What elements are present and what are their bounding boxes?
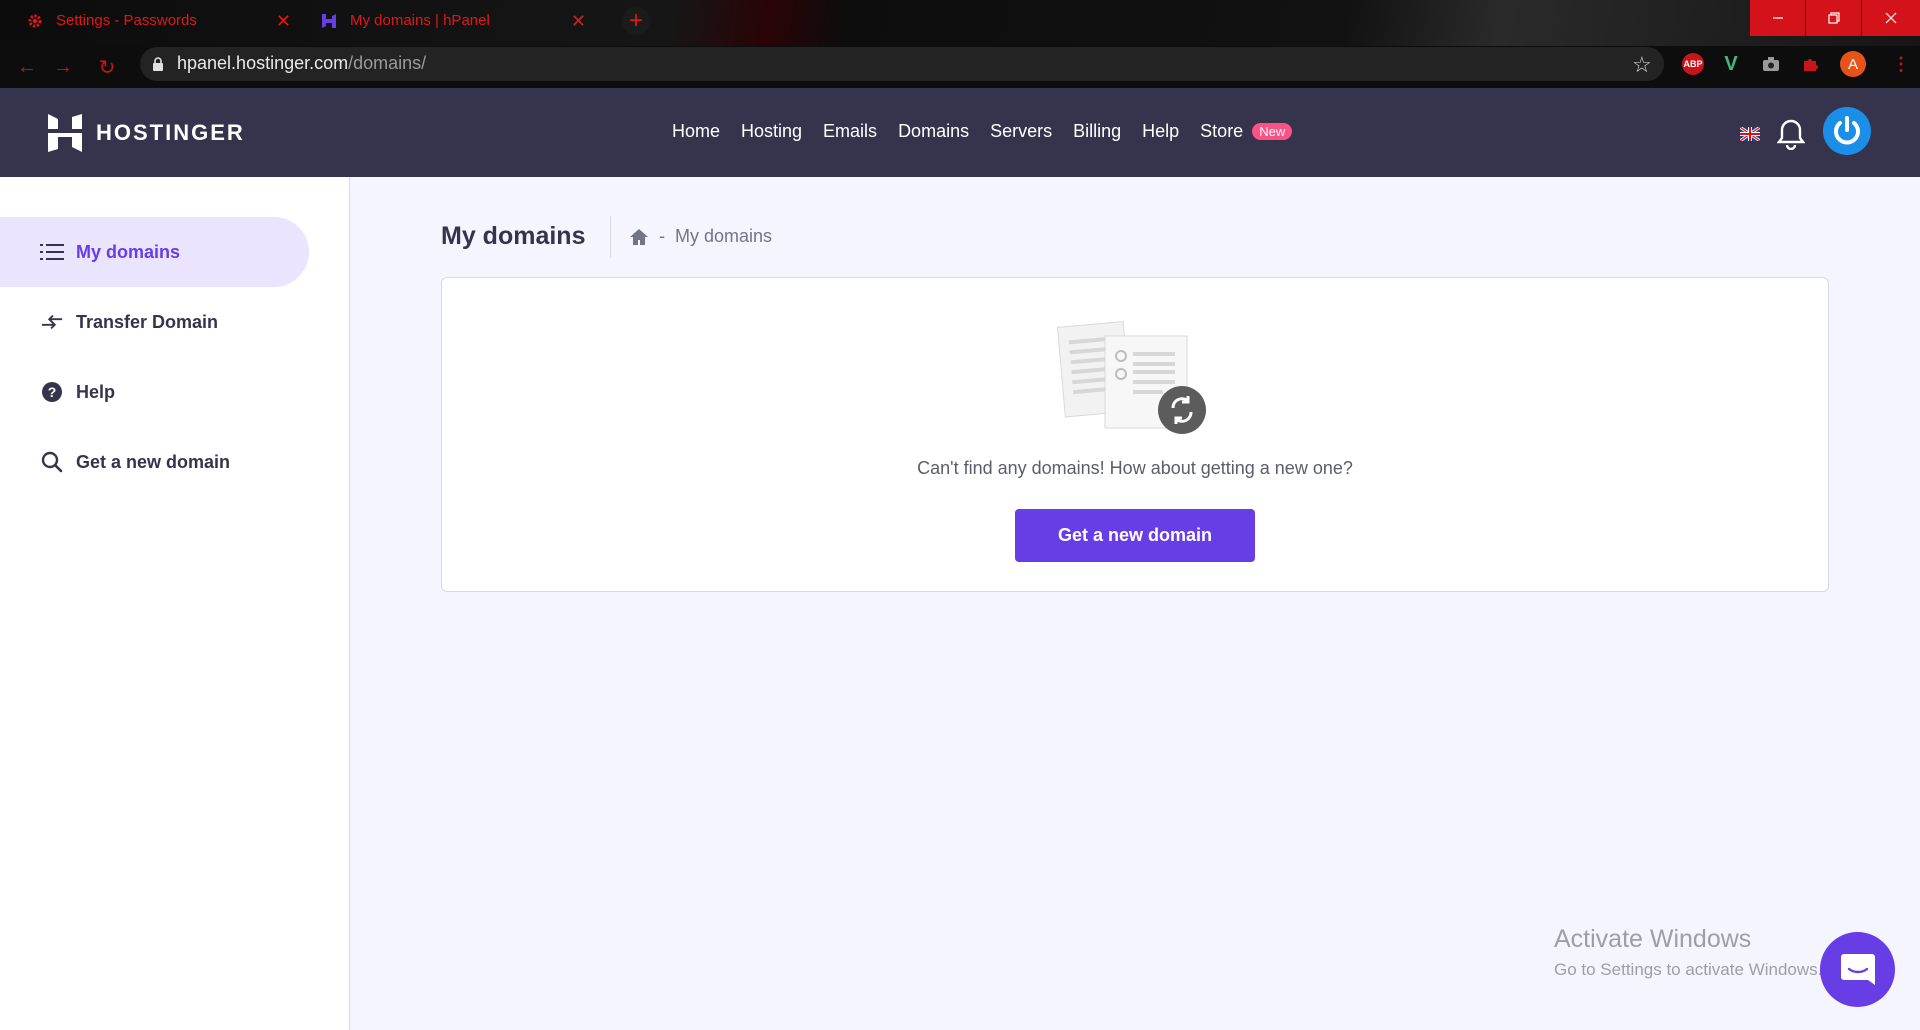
close-tab-icon[interactable]: ✕ (571, 11, 586, 32)
svg-text:?: ? (48, 384, 57, 400)
activate-windows-watermark: Activate Windows Go to Settings to activ… (1554, 925, 1822, 980)
new-tab-button[interactable]: + (622, 7, 650, 35)
adblock-plus-icon[interactable]: ABP (1682, 53, 1704, 75)
sidebar-item-label: Get a new domain (76, 451, 231, 472)
profile-avatar[interactable]: A (1840, 51, 1866, 77)
watermark-title: Activate Windows (1554, 925, 1752, 953)
sidebar: My domains Transfer Domain ? Help Get a … (0, 177, 350, 1030)
tab-title: My domains | hPanel (350, 12, 490, 29)
search-icon (40, 450, 64, 474)
hostinger-h-icon (48, 114, 82, 152)
url-path: /domains/ (348, 53, 427, 73)
back-arrow-icon[interactable]: ← (14, 54, 40, 80)
chat-support-button[interactable] (1820, 932, 1895, 1007)
nav-home[interactable]: Home (672, 121, 720, 142)
account-avatar[interactable] (1823, 107, 1871, 155)
gear-icon (26, 12, 44, 30)
list-icon (40, 240, 64, 264)
breadcrumb: - My domains (629, 226, 772, 247)
sidebar-item-get-new-domain[interactable]: Get a new domain (0, 427, 309, 497)
hostinger-h-icon (320, 12, 338, 30)
sidebar-item-label: Transfer Domain (76, 311, 219, 332)
nav-hosting[interactable]: Hosting (741, 121, 802, 142)
browser-menu-icon[interactable]: ⋮ (1890, 53, 1912, 75)
get-new-domain-button[interactable]: Get a new domain (1015, 509, 1255, 562)
nav-billing[interactable]: Billing (1073, 121, 1121, 142)
breadcrumb-current: My domains (675, 226, 773, 246)
nav-servers[interactable]: Servers (990, 121, 1052, 142)
camera-icon[interactable] (1760, 53, 1782, 75)
empty-state-message: Can't find any domains! How about gettin… (917, 458, 1353, 478)
nav-domains[interactable]: Domains (898, 121, 969, 142)
watermark-subtitle: Go to Settings to activate Windows. (1554, 960, 1823, 979)
hostinger-logo[interactable]: HOSTINGER (48, 114, 245, 152)
transfer-arrows-icon (40, 310, 64, 334)
uk-flag-icon[interactable] (1740, 127, 1760, 141)
reload-icon[interactable]: ↻ (94, 54, 120, 80)
nav-help[interactable]: Help (1142, 121, 1179, 142)
close-window-button[interactable] (1862, 0, 1920, 36)
sidebar-item-transfer-domain[interactable]: Transfer Domain (0, 287, 309, 357)
power-icon (1828, 112, 1866, 150)
sidebar-item-label: Help (76, 381, 116, 402)
bookmark-star-icon[interactable]: ☆ (1632, 52, 1652, 78)
home-icon[interactable] (629, 228, 649, 246)
tab-my-domains[interactable]: My domains | hPanel ✕ (310, 0, 600, 41)
vue-devtools-icon[interactable]: V (1720, 53, 1742, 75)
tab-settings-passwords[interactable]: Settings - Passwords ✕ (0, 0, 305, 41)
main-navigation: Home Hosting Emails Domains Servers Bill… (672, 121, 1293, 142)
lock-icon (153, 57, 163, 71)
sidebar-item-label: My domains (76, 241, 181, 262)
sidebar-item-help[interactable]: ? Help (0, 357, 309, 427)
bell-icon[interactable] (1777, 118, 1805, 150)
logo-text: HOSTINGER (96, 120, 245, 145)
minimize-window-button[interactable] (1750, 0, 1805, 36)
nav-emails[interactable]: Emails (823, 121, 877, 142)
browser-tab-strip: Settings - Passwords ✕ My domains | hPan… (0, 0, 1920, 46)
breadcrumb-separator: - (659, 226, 665, 246)
restore-window-button[interactable] (1806, 0, 1861, 36)
sidebar-item-my-domains[interactable]: My domains (0, 217, 309, 287)
forward-arrow-icon[interactable]: → (50, 54, 76, 80)
nav-store[interactable]: Store (1200, 121, 1243, 142)
title-divider (610, 216, 611, 258)
question-circle-icon: ? (40, 380, 64, 404)
tab-title: Settings - Passwords (56, 12, 197, 29)
url-text[interactable]: hpanel.hostinger.com/domains/ (177, 53, 426, 74)
page-title: My domains (441, 222, 586, 250)
url-host: hpanel.hostinger.com (177, 53, 349, 73)
puzzle-extension-icon[interactable] (1800, 53, 1822, 75)
close-tab-icon[interactable]: ✕ (276, 11, 291, 32)
new-badge: New (1252, 123, 1293, 140)
chat-icon (1840, 953, 1875, 985)
documents-sync-illustration (1057, 321, 1206, 434)
nav-store-group: Store New (1200, 121, 1293, 142)
